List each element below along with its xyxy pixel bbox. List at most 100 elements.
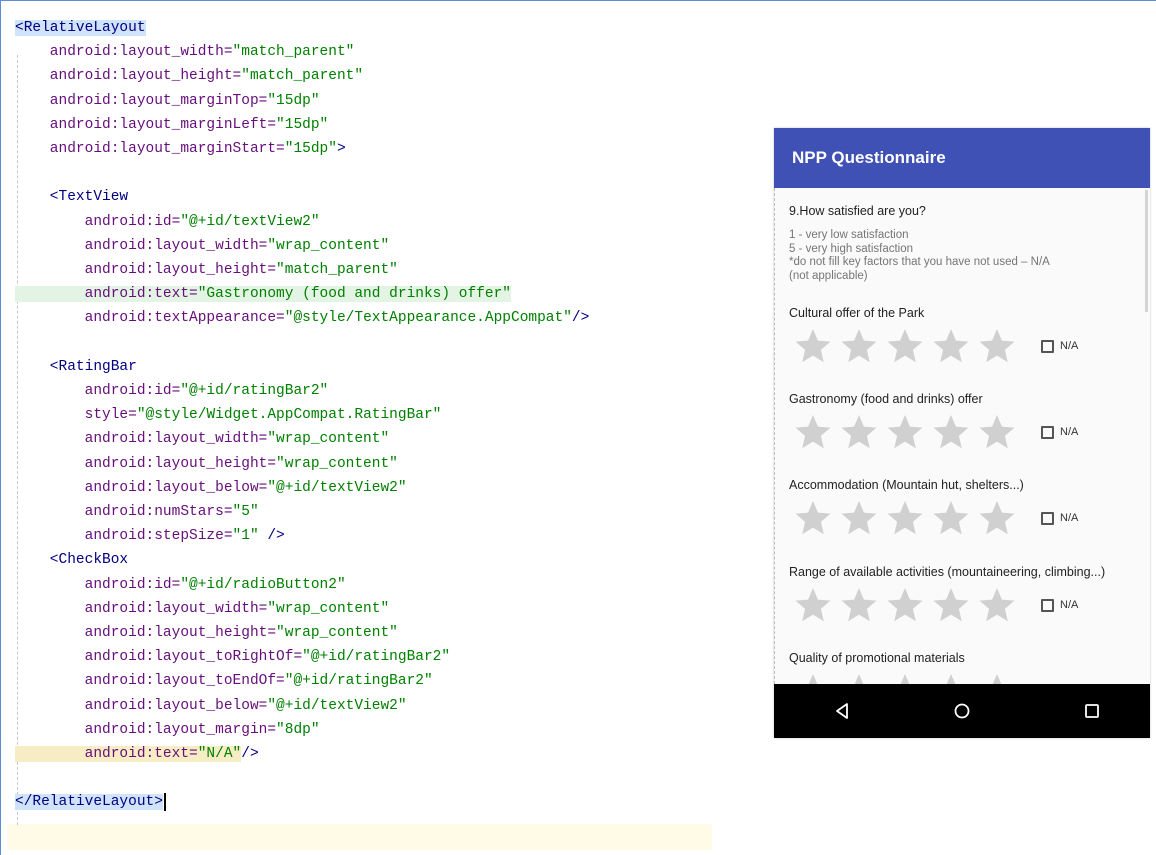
code-token: "match_parent" bbox=[232, 44, 355, 61]
back-icon[interactable] bbox=[832, 701, 852, 721]
code-token: "15dp" bbox=[284, 141, 337, 157]
code-line: android:layout_height="match_parent" bbox=[15, 258, 398, 282]
code-token: "@style/Widget.AppCompat.RatingBar" bbox=[136, 407, 442, 424]
star-icon[interactable] bbox=[885, 671, 925, 684]
code-line: android:stepSize="1" /> bbox=[15, 524, 285, 548]
checkbox-square[interactable] bbox=[1041, 598, 1054, 612]
code-token: android:numStars= bbox=[15, 504, 233, 520]
rating-item: Accommodation (Mountain hut, shelters...… bbox=[775, 478, 1150, 564]
star-icon[interactable] bbox=[839, 326, 879, 366]
code-token: "@+id/textView2" bbox=[180, 213, 320, 230]
code-token: /> bbox=[241, 746, 259, 762]
code-token: android:layout_width= bbox=[15, 431, 268, 448]
star-icon[interactable] bbox=[839, 412, 879, 452]
na-checkbox[interactable]: N/A bbox=[1041, 336, 1078, 356]
rating-item-label: Accommodation (Mountain hut, shelters...… bbox=[789, 478, 1024, 492]
code-token: "wrap_content" bbox=[276, 455, 398, 472]
home-icon[interactable] bbox=[952, 701, 972, 721]
code-token: "wrap_content" bbox=[276, 625, 398, 641]
code-token: "8dp" bbox=[276, 721, 320, 738]
star-icon[interactable] bbox=[885, 498, 925, 538]
star-icon[interactable] bbox=[977, 585, 1017, 625]
star-icon[interactable] bbox=[931, 585, 971, 625]
code-line: <RatingBar bbox=[15, 355, 137, 379]
rating-item: Quality of promotional materialsN/A bbox=[775, 651, 1150, 684]
code-line: android:id="@+id/textView2" bbox=[15, 210, 320, 234]
checkbox-square[interactable] bbox=[1041, 425, 1054, 439]
star-icon[interactable] bbox=[885, 326, 925, 366]
scrollbar[interactable] bbox=[1145, 190, 1148, 312]
code-line: android:textAppearance="@style/TextAppea… bbox=[15, 306, 590, 330]
code-token: android:layout_width= bbox=[15, 600, 268, 617]
code-line: android:layout_marginLeft="15dp" bbox=[15, 113, 328, 137]
code-token: "@+id/radioButton2" bbox=[180, 576, 346, 593]
rating-item: Gastronomy (food and drinks) offer N/A bbox=[775, 392, 1150, 478]
na-checkbox[interactable]: N/A bbox=[1041, 508, 1078, 528]
code-line: android:id="@+id/radioButton2" bbox=[15, 573, 346, 597]
na-checkbox-label: N/A bbox=[1060, 512, 1079, 524]
code-token: android:layout_toRightOf= bbox=[15, 649, 303, 666]
code-token: android:text= bbox=[15, 286, 198, 303]
recents-icon[interactable] bbox=[1082, 701, 1102, 721]
phone-preview: NPP Questionnaire 9.How satisfied are yo… bbox=[774, 128, 1150, 738]
star-icon[interactable] bbox=[839, 498, 879, 538]
app-bar: NPP Questionnaire bbox=[774, 128, 1150, 188]
star-icon[interactable] bbox=[793, 671, 833, 684]
code-line: android:layout_height="wrap_content" bbox=[15, 452, 398, 476]
checkbox-square[interactable] bbox=[1041, 511, 1054, 525]
code-token: android:layout_below= bbox=[15, 479, 268, 496]
code-token: android:layout_toEndOf= bbox=[15, 673, 285, 690]
code-line: </RelativeLayout> bbox=[15, 790, 166, 814]
star-icon[interactable] bbox=[793, 326, 833, 366]
star-icon[interactable] bbox=[977, 498, 1017, 538]
star-icon[interactable] bbox=[839, 585, 879, 625]
star-icon[interactable] bbox=[931, 412, 971, 452]
code-token: android:layout_width= bbox=[15, 44, 233, 61]
star-icon[interactable] bbox=[931, 498, 971, 538]
rating-item: Cultural offer of the Park N/A bbox=[775, 306, 1150, 392]
na-checkbox[interactable]: N/A bbox=[1041, 595, 1078, 615]
code-token: android:layout_height= bbox=[15, 68, 242, 85]
code-line: android:numStars="5" bbox=[15, 500, 259, 524]
code-line: android:layout_width="match_parent" bbox=[15, 40, 355, 64]
star-icon[interactable] bbox=[931, 326, 971, 366]
code-line: android:layout_toRightOf="@+id/ratingBar… bbox=[15, 645, 450, 669]
code-token: "wrap_content" bbox=[267, 431, 390, 448]
star-icon[interactable] bbox=[793, 412, 833, 452]
code-token: android:textAppearance= bbox=[15, 310, 285, 327]
star-icon[interactable] bbox=[885, 412, 925, 452]
rating-item-label: Quality of promotional materials bbox=[789, 651, 965, 665]
star-icon[interactable] bbox=[885, 585, 925, 625]
code-line: android:text="Gastronomy (food and drink… bbox=[15, 282, 511, 306]
code-line: android:layout_width="wrap_content" bbox=[15, 427, 390, 451]
star-icon[interactable] bbox=[977, 671, 1017, 684]
code-line: android:id="@+id/ratingBar2" bbox=[15, 379, 329, 403]
code-line: android:layout_marginStart="15dp"> bbox=[15, 137, 346, 161]
code-token: "N/A" bbox=[197, 746, 242, 762]
code-token: <TextView bbox=[15, 189, 129, 206]
code-token: "1" bbox=[232, 528, 259, 545]
star-icon[interactable] bbox=[977, 326, 1017, 366]
code-token: android:layout_width= bbox=[15, 237, 268, 254]
na-checkbox[interactable]: N/A bbox=[1041, 422, 1078, 442]
na-checkbox-label: N/A bbox=[1060, 426, 1079, 438]
star-icon[interactable] bbox=[793, 585, 833, 625]
code-token: "wrap_content" bbox=[267, 237, 390, 254]
code-token: android:id= bbox=[15, 383, 181, 399]
code-token: "@style/TextAppearance.AppCompat" bbox=[284, 310, 572, 327]
current-line-highlight bbox=[7, 824, 712, 850]
code-token: android:layout_margin= bbox=[15, 721, 277, 738]
star-icon[interactable] bbox=[931, 671, 971, 684]
code-token: android:layout_marginStart= bbox=[15, 141, 285, 157]
code-line: <RelativeLayout bbox=[15, 16, 146, 40]
code-line: <CheckBox bbox=[15, 548, 128, 572]
star-icon[interactable] bbox=[793, 498, 833, 538]
android-nav-bar bbox=[774, 684, 1150, 738]
code-token: android:layout_height= bbox=[15, 262, 277, 278]
checkbox-square[interactable] bbox=[1041, 339, 1054, 353]
star-icon[interactable] bbox=[839, 671, 879, 684]
code-token: android:layout_height= bbox=[15, 625, 277, 641]
questionnaire-content[interactable]: 9.How satisfied are you? 1 - very low sa… bbox=[774, 188, 1150, 684]
na-checkbox-label: N/A bbox=[1060, 340, 1079, 352]
star-icon[interactable] bbox=[977, 412, 1017, 452]
